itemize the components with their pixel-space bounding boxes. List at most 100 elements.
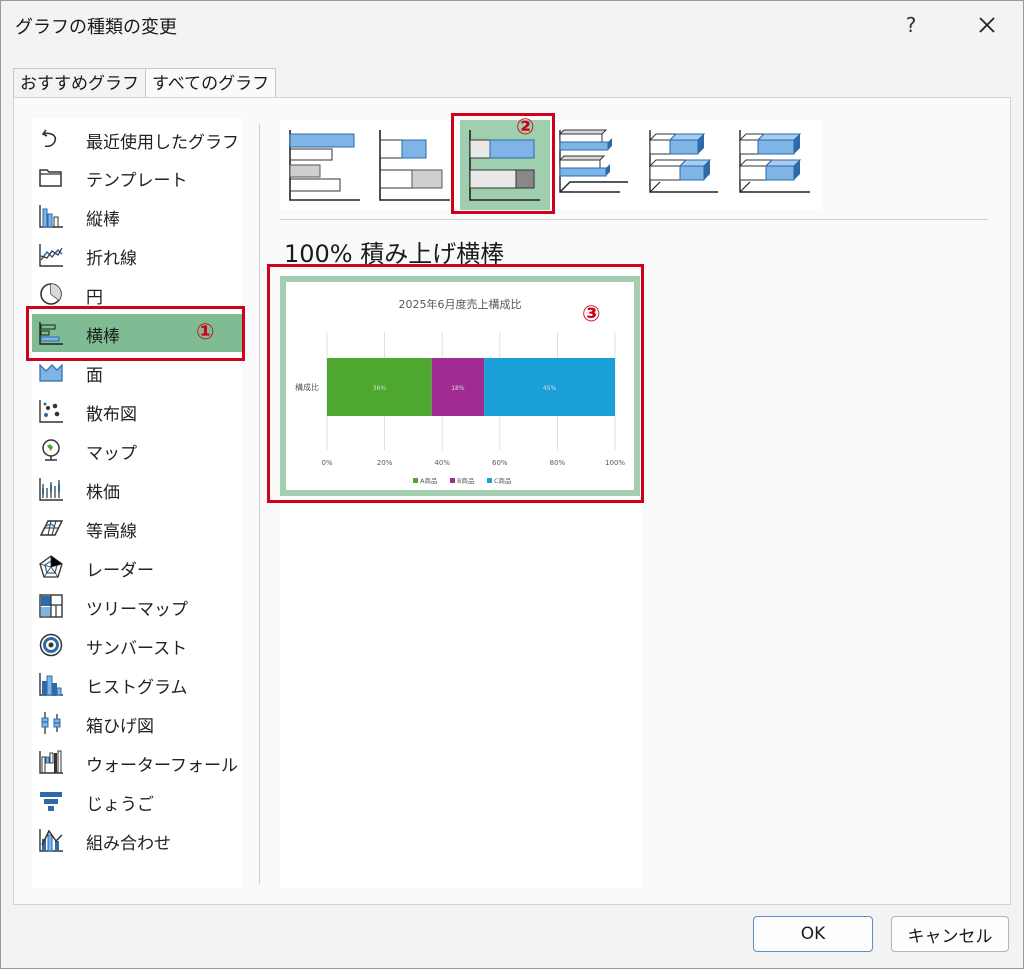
data-label: 45%	[543, 385, 557, 392]
close-icon	[979, 17, 995, 33]
undo-icon	[41, 129, 57, 148]
title-bar: グラフの種類の変更 ?	[1, 1, 1023, 51]
subtype-3d-100-stacked-bar[interactable]	[730, 120, 820, 210]
combo-chart-icon	[39, 829, 63, 852]
sidebar-item-column[interactable]: 縦棒	[32, 197, 242, 235]
3d-stacked-bar-icon	[648, 130, 718, 193]
tab-bar: おすすめグラフ すべてのグラフ	[13, 68, 277, 98]
x-tick-label: 80%	[550, 459, 566, 467]
x-tick-label: 0%	[321, 459, 332, 467]
histogram-chart-icon	[39, 673, 63, 696]
scatter-chart-icon	[39, 400, 63, 423]
sunburst-chart-icon	[39, 633, 63, 657]
sidebar-item-combo[interactable]: 組み合わせ	[32, 821, 242, 859]
chart-subtype-gallery	[280, 120, 822, 210]
sidebar-item-box-whisker[interactable]: 箱ひげ図	[32, 704, 242, 742]
sidebar-item-label: 箱ひげ図	[86, 717, 154, 737]
sidebar-item-label: 株価	[86, 483, 120, 503]
folder-icon	[39, 169, 62, 187]
map-chart-icon	[42, 439, 60, 461]
stacked-bar-icon	[379, 130, 450, 201]
cancel-button[interactable]: キャンセル	[891, 916, 1009, 952]
chart-category-list: 最近使用したグラフ テンプレート 縦棒 折れ線 円 横棒 面 散布図 マップ 株…	[32, 118, 242, 888]
sidebar-item-sunburst[interactable]: サンバースト	[32, 626, 242, 664]
line-chart-icon	[39, 244, 63, 267]
area-chart-icon	[39, 363, 63, 382]
3d-clustered-bar-icon	[558, 129, 628, 193]
legend-label: C商品	[494, 476, 512, 485]
chart-title: 2025年6月度売上構成比	[399, 297, 522, 311]
stock-chart-icon	[39, 478, 63, 501]
subtype-clustered-bar[interactable]	[280, 120, 370, 210]
x-tick-labels: 0% 20% 40% 60% 80% 100%	[321, 459, 625, 467]
bar-chart-icon	[39, 322, 63, 345]
sidebar-item-bar[interactable]: 横棒	[32, 314, 242, 352]
sidebar-item-scatter[interactable]: 散布図	[32, 392, 242, 430]
panel-divider	[259, 124, 260, 884]
tab-recommended-charts[interactable]: おすすめグラフ	[13, 68, 146, 98]
sidebar-item-recent[interactable]: 最近使用したグラフ	[32, 120, 242, 158]
legend-swatch	[413, 478, 418, 483]
sidebar-item-funnel[interactable]: じょうご	[32, 782, 242, 820]
sidebar-item-label: 組み合わせ	[86, 834, 171, 854]
sidebar-item-pie[interactable]: 円	[32, 275, 242, 313]
sidebar-item-label: 散布図	[86, 405, 137, 425]
preview-chart-svg: 2025年6月度売上構成比 構成比 36% 18% 45% 0% 20% 40% 60% 8…	[295, 297, 625, 485]
funnel-chart-icon	[40, 792, 62, 811]
sidebar-item-label: ウォーターフォール	[86, 756, 238, 776]
3d-100-stacked-bar-icon	[738, 130, 810, 193]
ok-button[interactable]: OK	[753, 916, 873, 952]
sidebar-item-label: 折れ線	[86, 249, 137, 269]
data-label: 18%	[451, 385, 465, 392]
column-chart-icon	[39, 205, 63, 228]
data-label: 36%	[373, 385, 387, 392]
sidebar-item-template[interactable]: テンプレート	[32, 158, 242, 196]
subtype-3d-stacked-bar[interactable]	[640, 120, 730, 210]
help-button[interactable]: ?	[889, 1, 933, 49]
tab-all-charts[interactable]: すべてのグラフ	[145, 68, 277, 98]
sidebar-item-label: じょうご	[86, 795, 154, 815]
subtype-stacked-bar[interactable]	[370, 120, 460, 210]
sidebar-item-label: 等高線	[86, 522, 137, 542]
sidebar-item-label: サンバースト	[86, 639, 188, 659]
sidebar-item-histogram[interactable]: ヒストグラム	[32, 665, 242, 703]
x-tick-label: 40%	[434, 459, 450, 467]
chart-legend: A商品 B商品 C商品	[413, 476, 512, 485]
sidebar-item-radar[interactable]: レーダー	[32, 548, 242, 586]
sidebar-item-waterfall[interactable]: ウォーターフォール	[32, 743, 242, 781]
sidebar-item-map[interactable]: マップ	[32, 431, 242, 469]
chart-preview-canvas: 2025年6月度売上構成比 構成比 36% 18% 45% 0% 20% 40% 60% 8…	[286, 282, 634, 490]
sidebar-item-label: テンプレート	[86, 171, 188, 191]
x-tick-label: 100%	[605, 459, 625, 467]
legend-label: B商品	[457, 476, 474, 485]
sidebar-item-treemap[interactable]: ツリーマップ	[32, 587, 242, 625]
legend-swatch	[487, 478, 492, 483]
sidebar-item-label: ツリーマップ	[86, 600, 188, 620]
close-button[interactable]	[963, 1, 1011, 49]
sidebar-item-stock[interactable]: 株価	[32, 470, 242, 508]
sidebar-item-label: レーダー	[86, 561, 154, 581]
category-label: 構成比	[295, 382, 319, 392]
bar-segments: 36% 18% 45%	[327, 358, 615, 416]
x-tick-label: 60%	[492, 459, 508, 467]
sidebar-item-label: マップ	[86, 444, 137, 464]
legend-swatch	[450, 478, 455, 483]
100-stacked-bar-icon	[469, 130, 540, 201]
sidebar-item-label: 縦棒	[86, 210, 120, 230]
sidebar-item-label: 横棒	[86, 327, 120, 347]
sidebar-item-area[interactable]: 面	[32, 353, 242, 391]
sidebar-item-label: 面	[86, 366, 103, 386]
chart-type-title: 100% 積み上げ横棒	[284, 240, 505, 268]
box-whisker-chart-icon	[41, 712, 61, 734]
sidebar-item-surface[interactable]: 等高線	[32, 509, 242, 547]
sidebar-item-line[interactable]: 折れ線	[32, 236, 242, 274]
chart-preview[interactable]: 2025年6月度売上構成比 構成比 36% 18% 45% 0% 20% 40% 60% 8…	[280, 276, 640, 496]
legend-label: A商品	[420, 476, 437, 485]
surface-chart-icon	[39, 520, 64, 536]
waterfall-chart-icon	[39, 750, 63, 774]
dialog-title: グラフの種類の変更	[15, 17, 177, 38]
subtype-100-stacked-bar[interactable]	[460, 120, 550, 210]
gallery-divider	[280, 219, 988, 220]
radar-chart-icon	[39, 555, 63, 578]
subtype-3d-clustered-bar[interactable]	[550, 120, 640, 210]
